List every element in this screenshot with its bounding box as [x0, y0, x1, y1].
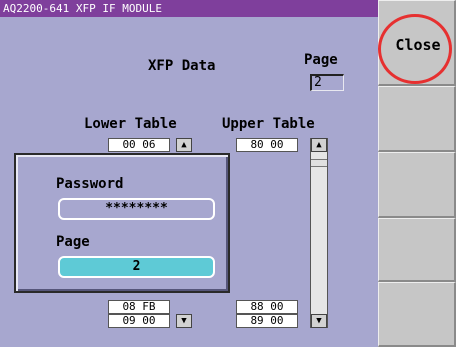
lower-scroll-up-arrow[interactable]: ▲ [176, 138, 192, 152]
lower-scroll-down-arrow[interactable]: ▼ [176, 314, 192, 328]
password-label: Password [56, 176, 124, 192]
page-field-label: Page [56, 234, 90, 250]
page-title: XFP Data [148, 58, 216, 74]
side-button-bar: Close [378, 0, 456, 347]
soft-key-4[interactable] [378, 218, 456, 282]
upper-scroll-thumb[interactable] [311, 159, 327, 167]
upper-scroll-up-arrow[interactable]: ▲ [311, 138, 327, 152]
page-input[interactable]: 2 [58, 256, 215, 278]
soft-key-2[interactable] [378, 86, 456, 152]
page-label: Page [304, 52, 338, 68]
upper-table-row[interactable]: 89 00 [236, 314, 298, 328]
page-number-field[interactable]: 2 [310, 74, 344, 91]
upper-table-row[interactable]: 88 00 [236, 300, 298, 314]
up-arrow-icon: ▲ [181, 140, 187, 150]
password-dialog: Password ******** Page 2 [14, 153, 230, 293]
down-arrow-icon: ▼ [181, 316, 187, 326]
lower-table-row[interactable]: 09 00 [108, 314, 170, 328]
up-arrow-icon: ▲ [316, 140, 322, 150]
upper-scrollbar[interactable] [310, 138, 328, 328]
soft-key-5[interactable] [378, 282, 456, 347]
lower-table-label: Lower Table [84, 116, 177, 132]
soft-key-3[interactable] [378, 152, 456, 218]
close-button-label: Close [395, 36, 441, 54]
close-button[interactable]: Close [378, 0, 456, 86]
lower-table-row[interactable]: 08 FB [108, 300, 170, 314]
main-panel: AQ2200-641 XFP IF MODULE XFP Data Page 2… [0, 0, 378, 347]
window-title: AQ2200-641 XFP IF MODULE [0, 0, 378, 17]
lower-table-row[interactable]: 00 06 [108, 138, 170, 152]
upper-scroll-down-arrow[interactable]: ▼ [311, 314, 327, 328]
upper-table-label: Upper Table [222, 116, 315, 132]
upper-table-row[interactable]: 80 00 [236, 138, 298, 152]
password-field[interactable]: ******** [58, 198, 215, 220]
down-arrow-icon: ▼ [316, 316, 322, 326]
